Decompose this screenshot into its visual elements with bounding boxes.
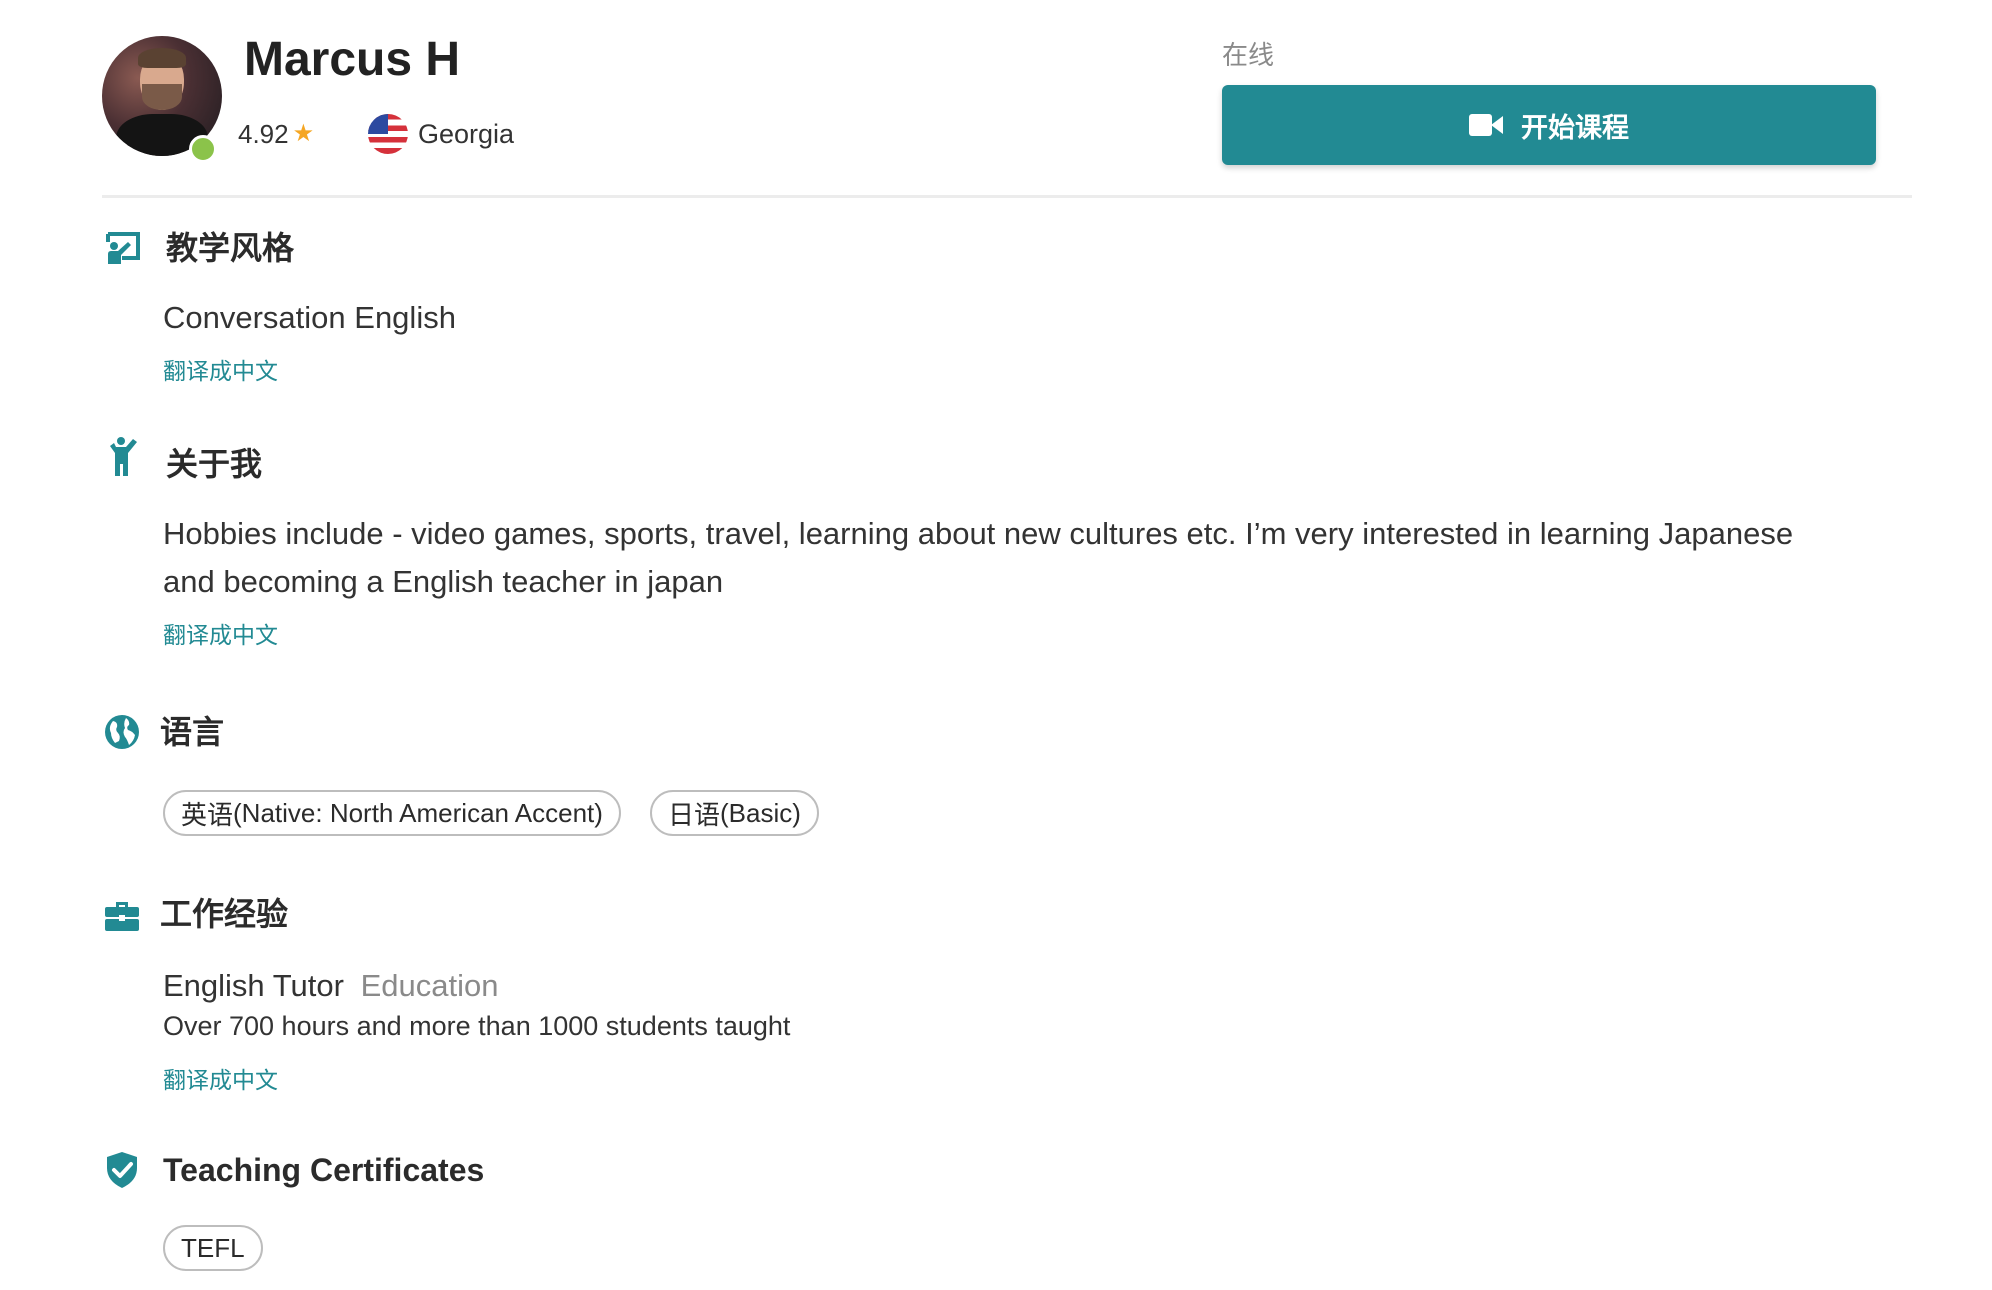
header-divider: [102, 195, 1912, 198]
avatar-beard: [142, 84, 182, 110]
start-lesson-button[interactable]: 开始课程: [1222, 85, 1876, 165]
location: Georgia: [368, 112, 514, 156]
work-role: English Tutor: [163, 968, 344, 1003]
language-name: 英语: [181, 800, 234, 831]
teaching-style-title: 教学风格: [166, 229, 295, 267]
language-level: (Basic): [720, 797, 801, 828]
work-field: Education: [360, 968, 499, 1003]
teaching-style-text: Conversation English: [163, 300, 456, 335]
us-flag-icon: [368, 114, 408, 154]
star-icon: ★: [292, 120, 315, 147]
work-experience-description: Over 700 hours and more than 1000 studen…: [163, 1011, 791, 1041]
work-experience-translate-link[interactable]: 翻译成中文: [163, 1066, 278, 1096]
about-me-title: 关于我: [166, 445, 263, 483]
globe-icon: [105, 715, 139, 749]
work-experience-title: 工作经验: [160, 895, 289, 933]
shield-check-icon: [107, 1152, 137, 1188]
certificate-name: TEFL: [181, 1232, 245, 1263]
language-level: (Native: North American Accent): [233, 797, 603, 828]
language-name: 日语: [668, 800, 721, 831]
teaching-style-translate-link[interactable]: 翻译成中文: [163, 357, 278, 387]
rating-value: 4.92: [238, 119, 289, 149]
tutor-name: Marcus H: [244, 33, 461, 86]
start-lesson-label: 开始课程: [1521, 112, 1629, 144]
about-me-text-line-2: and becoming a English teacher in japan: [163, 564, 724, 599]
work-experience-heading: English Tutor Education: [163, 962, 498, 1010]
online-status-text: 在线: [1222, 40, 1275, 70]
rating: 4.92 ★: [238, 118, 314, 150]
tutor-profile-page: Marcus H 4.92 ★ Georgia 在线 开始课程 教学风格 Con…: [0, 0, 1992, 1290]
briefcase-icon: [105, 902, 139, 931]
about-me-translate-link[interactable]: 翻译成中文: [163, 621, 278, 651]
avatar-hair: [138, 48, 186, 68]
about-me-text-line-1: Hobbies include - video games, sports, t…: [163, 516, 1794, 551]
online-status-dot: [189, 135, 217, 163]
location-label: Georgia: [418, 119, 515, 149]
language-chip-english: 英语 (Native: North American Accent): [163, 790, 621, 836]
certificates-title: Teaching Certificates: [163, 1152, 485, 1188]
person-waving-icon: [110, 437, 137, 476]
video-camera-icon: [1469, 114, 1503, 136]
language-chip-japanese: 日语 (Basic): [650, 790, 819, 836]
languages-title: 语言: [160, 713, 225, 751]
certificate-chip-tefl: TEFL: [163, 1225, 263, 1271]
teaching-icon: [106, 232, 140, 264]
